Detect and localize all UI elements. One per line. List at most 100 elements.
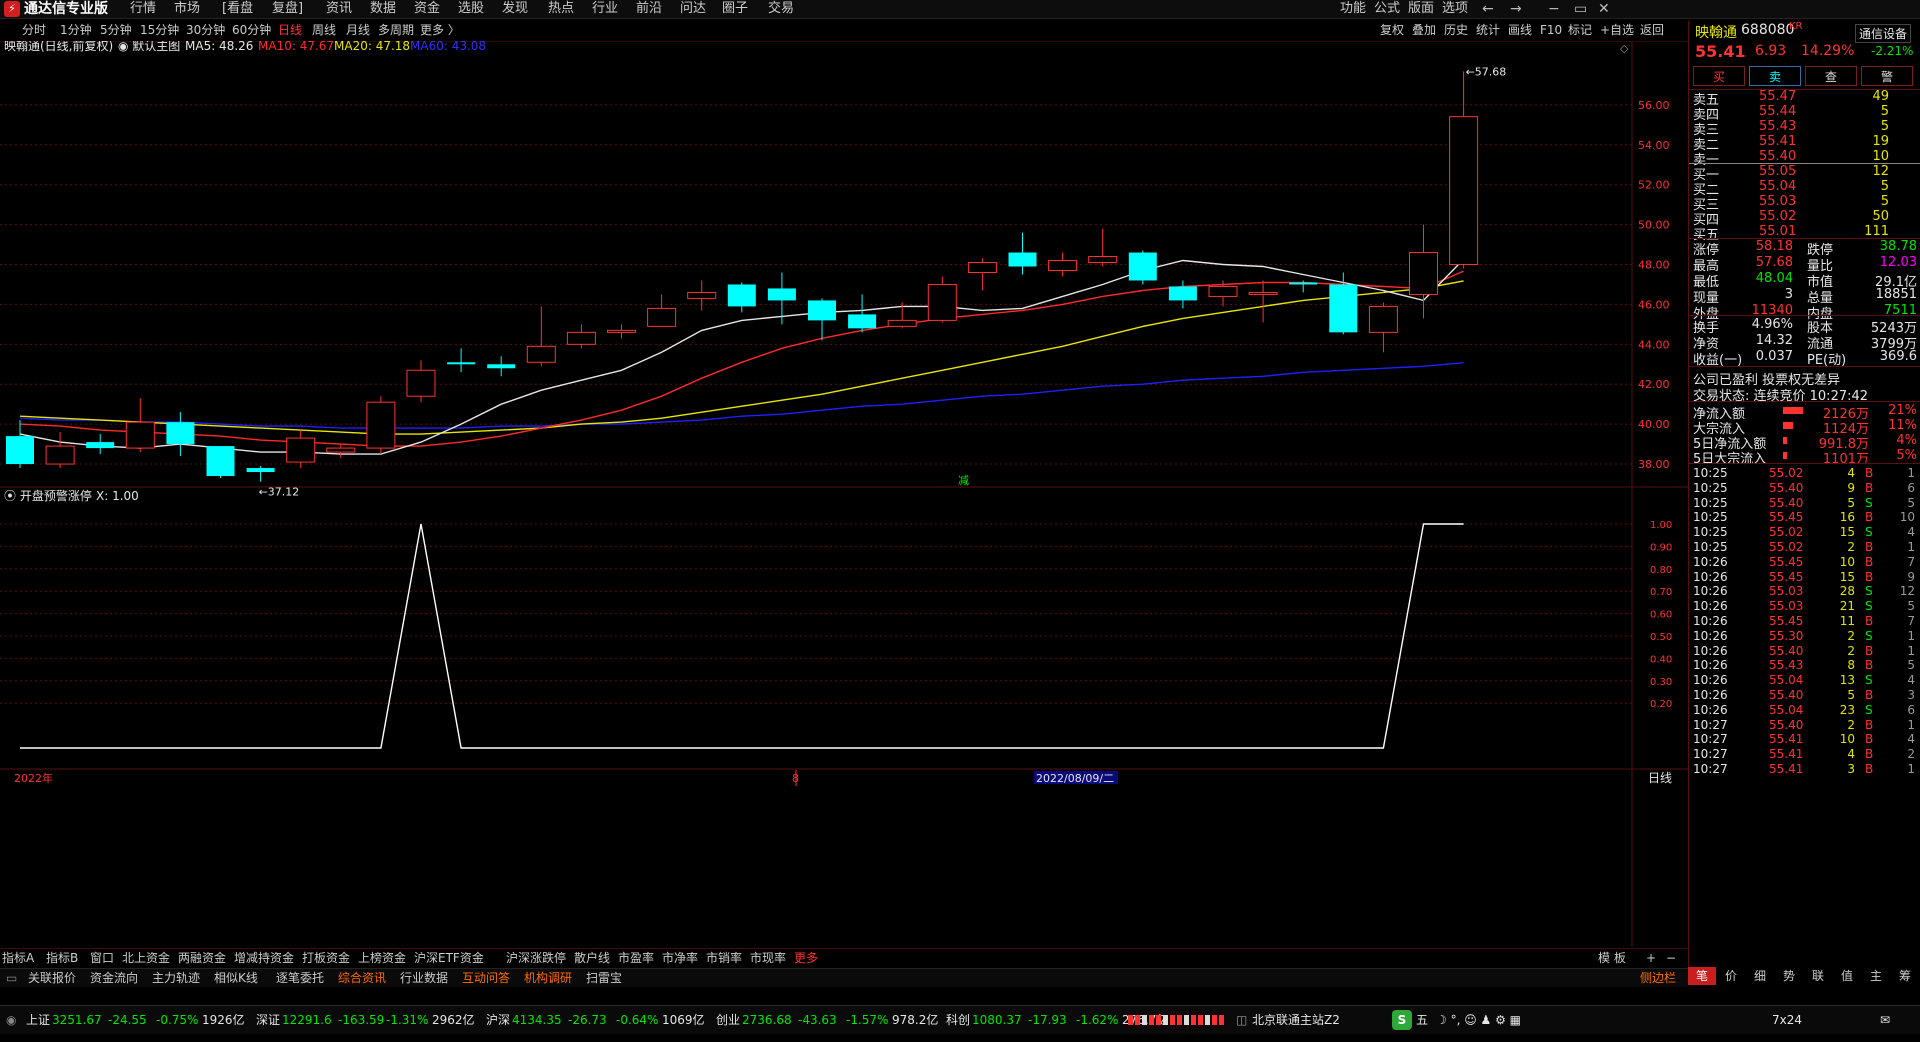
tool-5[interactable]: F10	[1540, 21, 1562, 39]
news-7x24[interactable]: 7x24	[1772, 1012, 1802, 1028]
tool-2[interactable]: 历史	[1444, 21, 1468, 39]
indicator-tab-11[interactable]: 市盈率	[618, 949, 654, 967]
menu-item-8[interactable]: 发现	[502, 0, 528, 18]
index-name-3[interactable]: 创业	[716, 1012, 740, 1028]
quote-tab-1[interactable]: 价	[1717, 967, 1745, 985]
quote-tab-3[interactable]: 势	[1775, 967, 1803, 985]
period-3[interactable]: 15分钟	[140, 21, 179, 39]
info-tab-0[interactable]: 关联报价	[28, 969, 76, 987]
menu-item-6[interactable]: 资金	[414, 0, 440, 18]
chart-collapse-icon[interactable]: ◇	[1620, 42, 1629, 55]
info-tab-5[interactable]: 综合资讯	[338, 969, 386, 987]
minimize-icon[interactable]: −	[1548, 0, 1560, 18]
indicator-tab-10[interactable]: 散户线	[574, 949, 610, 967]
right-menu-item-2[interactable]: 版面	[1408, 0, 1434, 18]
right-menu-item-1[interactable]: 公式	[1374, 0, 1400, 18]
indicator-tab-4[interactable]: 两融资金	[178, 949, 226, 967]
menu-item-4[interactable]: 资讯	[326, 0, 352, 18]
indicator-tab-right-2[interactable]: −	[1666, 949, 1676, 967]
quote-tab-2[interactable]: 细	[1746, 967, 1774, 985]
info-tab-3[interactable]: 相似K线	[214, 969, 258, 987]
trade-button-1[interactable]: 卖	[1749, 66, 1801, 86]
tool-3[interactable]: 统计	[1476, 21, 1500, 39]
trade-button-3[interactable]: 警	[1861, 66, 1913, 86]
forward-arrow-icon[interactable]: →	[1510, 0, 1522, 18]
quote-tab-7[interactable]: 筹	[1891, 967, 1919, 985]
chat-icon[interactable]: ✉	[1880, 1012, 1890, 1028]
period-6[interactable]: 日线	[278, 21, 302, 39]
tool-4[interactable]: 画线	[1508, 21, 1532, 39]
period-0[interactable]: 分时	[22, 21, 46, 39]
quote-tab-4[interactable]: 联	[1804, 967, 1832, 985]
maximize-icon[interactable]: ▭	[1574, 0, 1587, 18]
period-8[interactable]: 月线	[346, 21, 370, 39]
menu-item-2[interactable]: [看盘	[222, 0, 253, 18]
index-name-0[interactable]: 上证	[26, 1012, 50, 1028]
menu-item-12[interactable]: 问达	[680, 0, 706, 18]
indicator-tab-13[interactable]: 市销率	[706, 949, 742, 967]
menu-item-14[interactable]: 交易	[768, 0, 794, 18]
quote-tab-0[interactable]: 笔	[1688, 967, 1716, 985]
close-icon[interactable]: ✕	[1598, 0, 1610, 18]
index-name-1[interactable]: 深证	[256, 1012, 280, 1028]
info-tab-1[interactable]: 资金流向	[90, 969, 138, 987]
menu-item-11[interactable]: 前沿	[636, 0, 662, 18]
kline-chart[interactable]: 56.00 54.00 52.00 50.00 48.00 46.00 44.00 42.00…	[0, 41, 1688, 947]
sidebar-toggle[interactable]: 侧边栏	[1640, 969, 1676, 987]
quote-tab-5[interactable]: 值	[1833, 967, 1861, 985]
indicator-tab-3[interactable]: 北上资金	[122, 949, 170, 967]
indicator-tab-9[interactable]: 沪深涨跌停	[506, 949, 566, 967]
tool-0[interactable]: 复权	[1380, 21, 1404, 39]
tool-6[interactable]: 标记	[1568, 21, 1592, 39]
ime-mode[interactable]: 五	[1416, 1012, 1428, 1028]
indicator-tab-1[interactable]: 指标B	[46, 949, 78, 967]
panel-toggle-icon[interactable]: ▭	[6, 969, 17, 987]
server-name[interactable]: 北京联通主站Z2	[1252, 1012, 1340, 1028]
info-tab-8[interactable]: 机构调研	[524, 969, 572, 987]
ime-toolbar-icons[interactable]: ☽ °, ☺ ♟ ⚙ ▦	[1436, 1012, 1521, 1028]
back-arrow-icon[interactable]: ←	[1482, 0, 1494, 18]
menu-item-0[interactable]: 行情	[130, 0, 156, 18]
indicator-tab-2[interactable]: 窗口	[90, 949, 114, 967]
period-10[interactable]: 更多 〉	[420, 21, 460, 39]
index-name-4[interactable]: 科创	[946, 1012, 970, 1028]
trade-button-0[interactable]: 买	[1693, 66, 1745, 86]
period-4[interactable]: 30分钟	[186, 21, 225, 39]
period-5[interactable]: 60分钟	[232, 21, 271, 39]
menu-item-5[interactable]: 数据	[370, 0, 396, 18]
indicator-tab-7[interactable]: 上榜资金	[358, 949, 406, 967]
menu-item-7[interactable]: 选股	[458, 0, 484, 18]
tool-7[interactable]: +自选	[1600, 21, 1634, 39]
tool-1[interactable]: 叠加	[1412, 21, 1436, 39]
sector-button[interactable]: 通信设备	[1855, 24, 1912, 43]
indicator-tab-0[interactable]: 指标A	[2, 949, 34, 967]
ime-logo-icon[interactable]: S	[1392, 1010, 1412, 1030]
right-menu-item-3[interactable]: 选项	[1442, 0, 1468, 18]
info-tab-4[interactable]: 逐笔委托	[276, 969, 324, 987]
indicator-tab-14[interactable]: 市现率	[750, 949, 786, 967]
quote-tab-6[interactable]: 主	[1862, 967, 1890, 985]
indicator-tab-8[interactable]: 沪深ETF资金	[414, 949, 484, 967]
indicator-tab-6[interactable]: 打板资金	[302, 949, 350, 967]
period-2[interactable]: 5分钟	[100, 21, 132, 39]
menu-item-9[interactable]: 热点	[548, 0, 574, 18]
trade-button-2[interactable]: 查	[1805, 66, 1857, 86]
info-tab-6[interactable]: 行业数据	[400, 969, 448, 987]
status-menu-icon[interactable]: ◉	[6, 1012, 16, 1028]
info-tab-9[interactable]: 扫雷宝	[586, 969, 622, 987]
indicator-tab-5[interactable]: 增减持资金	[234, 949, 294, 967]
indicator-tab-right-0[interactable]: 模 板	[1598, 949, 1626, 967]
indicator-tab-12[interactable]: 市净率	[662, 949, 698, 967]
period-7[interactable]: 周线	[312, 21, 336, 39]
menu-item-10[interactable]: 行业	[592, 0, 618, 18]
menu-item-3[interactable]: 复盘]	[272, 0, 303, 18]
info-tab-2[interactable]: 主力轨迹	[152, 969, 200, 987]
tool-8[interactable]: 返回	[1640, 21, 1664, 39]
indicator-tab-right-1[interactable]: +	[1646, 949, 1656, 967]
menu-item-13[interactable]: 圈子	[722, 0, 748, 18]
menu-item-1[interactable]: 市场	[174, 0, 200, 18]
info-tab-7[interactable]: 互动问答	[462, 969, 510, 987]
connection-icon[interactable]: ◫	[1236, 1012, 1247, 1028]
indicator-tab-15[interactable]: 更多	[794, 949, 818, 967]
index-name-2[interactable]: 沪深	[486, 1012, 510, 1028]
